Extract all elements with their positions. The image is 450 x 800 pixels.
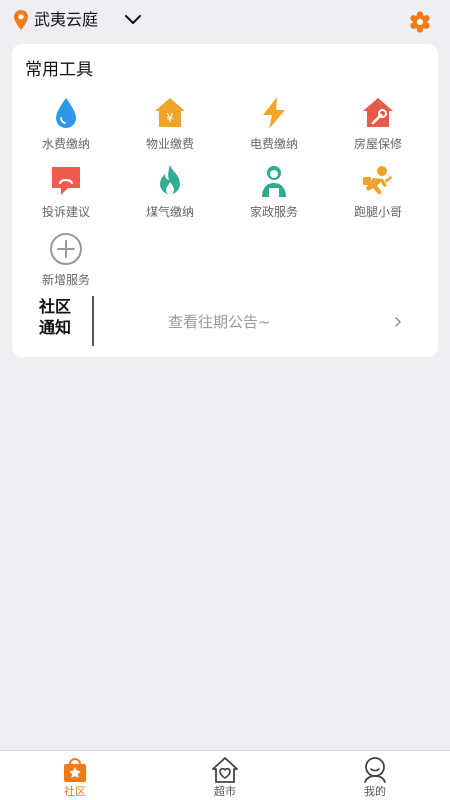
complaint-chat-icon [52,167,80,195]
tool-housekeeping[interactable]: 家政服务 [222,164,326,226]
tab-label: 超市 [214,785,236,798]
tool-property[interactable]: ¥ 物业缴费 [118,96,222,158]
notice-link-text[interactable]: 查看往期公告~ [168,312,271,332]
tab-label: 社区 [64,785,86,798]
gear-icon[interactable] [409,11,431,33]
water-drop-icon [56,98,76,128]
location-pin-icon [14,10,28,30]
tool-label: 电费缴纳 [249,137,298,151]
tool-add-service[interactable]: 新增服务 [14,232,118,294]
bottom-tab-bar: 社区 超市 我的 [0,750,450,800]
flame-icon [160,165,180,194]
tool-label: 水费缴纳 [41,137,90,151]
tool-gas[interactable]: 煤气缴纳 [118,164,222,226]
tab-community[interactable]: 社区 [0,751,150,800]
tool-label: 房屋保修 [353,137,402,151]
tool-label: 投诉建议 [41,205,90,219]
top-header: 武夷云庭 [0,0,450,42]
tool-label: 物业缴费 [145,137,194,151]
runner-icon [363,166,392,195]
tool-errand[interactable]: 跑腿小哥 [326,164,430,226]
tools-card: 常用工具 水费缴纳 ¥ 物业缴费 电费缴纳 房屋保修 投诉建议 煤气缴纳 家政服… [12,44,438,357]
notice-divider [92,296,94,346]
chevron-right-icon[interactable] [394,316,402,328]
svg-text:¥: ¥ [166,111,174,125]
market-house-heart-icon [212,757,238,783]
tool-repair[interactable]: 房屋保修 [326,96,430,158]
app-page: 武夷云庭 常用工具 水费缴纳 ¥ 物业缴费 电费缴纳 房屋保修 投诉建议 煤气缴… [0,0,450,800]
tab-market[interactable]: 超市 [150,751,300,800]
community-notice[interactable]: 社区通知 查看往期公告~ [12,294,438,346]
tool-label: 煤气缴纳 [145,205,194,219]
tool-electric[interactable]: 电费缴纳 [222,96,326,158]
tool-label: 家政服务 [249,205,298,219]
community-name[interactable]: 武夷云庭 [34,10,98,30]
chevron-down-icon[interactable] [124,13,142,27]
house-yuan-icon: ¥ [155,98,185,127]
plus-circle-icon [50,233,82,265]
tools-title: 常用工具 [25,60,93,80]
community-bag-icon [64,758,86,782]
house-wrench-icon [363,98,393,127]
housekeeper-icon [262,166,286,197]
profile-icon [364,757,386,783]
tab-mine[interactable]: 我的 [300,751,450,800]
tool-complaint[interactable]: 投诉建议 [14,164,118,226]
tool-water[interactable]: 水费缴纳 [14,96,118,158]
tool-label: 跑腿小哥 [353,205,402,219]
lightning-icon [263,97,285,129]
notice-title: 社区通知 [39,297,72,337]
tool-label: 新增服务 [41,273,90,287]
tab-label: 我的 [364,785,386,798]
